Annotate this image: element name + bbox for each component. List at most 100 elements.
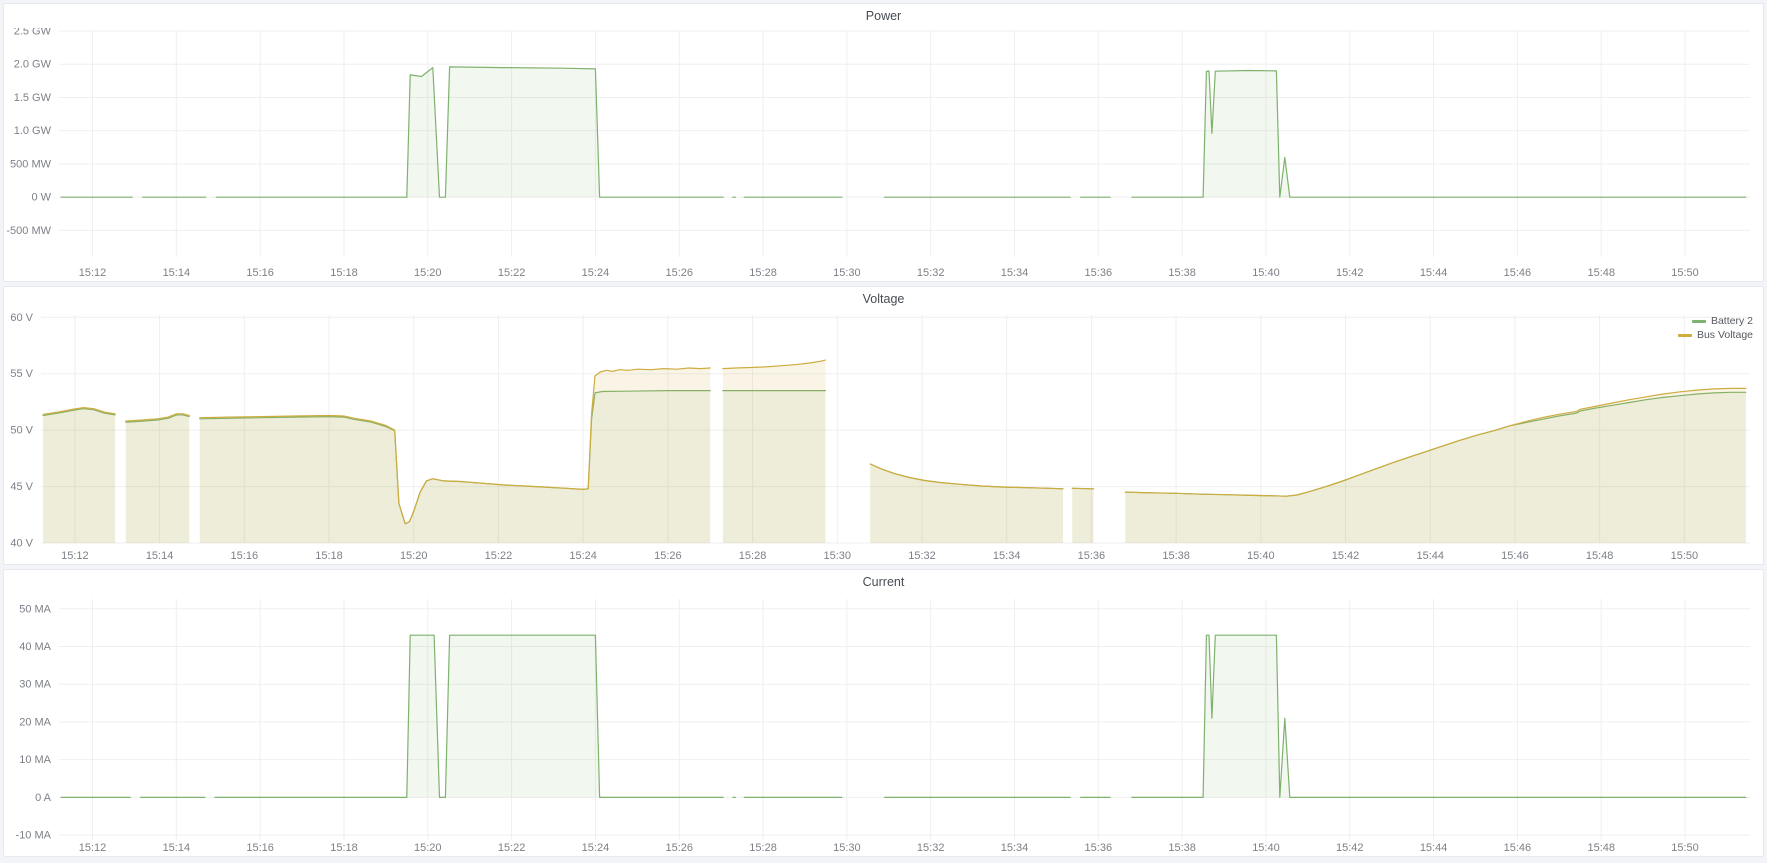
svg-text:15:22: 15:22 <box>498 267 526 279</box>
svg-text:15:28: 15:28 <box>749 267 777 279</box>
svg-text:15:24: 15:24 <box>582 842 610 854</box>
svg-text:15:20: 15:20 <box>414 842 442 854</box>
svg-text:15:42: 15:42 <box>1336 267 1364 279</box>
svg-text:50 MA: 50 MA <box>19 603 51 615</box>
svg-text:15:14: 15:14 <box>146 550 174 562</box>
power-chart-canvas[interactable]: 15:12 15:14 15:16 15:18 15:20 15:22 15:24 15:26… <box>4 28 1763 281</box>
panel-voltage: Voltage 15:1215:1415:1615:1815:2015:2215… <box>3 286 1764 565</box>
svg-text:15:38: 15:38 <box>1168 842 1196 854</box>
legend-item-bus-voltage[interactable]: Bus Voltage <box>1678 329 1753 341</box>
svg-text:15:40: 15:40 <box>1252 842 1280 854</box>
svg-text:15:16: 15:16 <box>246 842 274 854</box>
svg-text:2.5 GW: 2.5 GW <box>14 28 52 38</box>
svg-text:15:30: 15:30 <box>823 550 851 562</box>
svg-text:0 W: 0 W <box>31 192 51 204</box>
panel-current-title[interactable]: Current <box>863 575 905 589</box>
svg-text:15:18: 15:18 <box>330 842 358 854</box>
svg-text:15:32: 15:32 <box>917 267 945 279</box>
svg-text:15:34: 15:34 <box>1001 842 1029 854</box>
legend-label-bus-voltage: Bus Voltage <box>1697 329 1753 341</box>
legend-swatch-battery-2 <box>1692 320 1706 323</box>
svg-text:15:44: 15:44 <box>1420 842 1448 854</box>
svg-text:-500 MW: -500 MW <box>6 225 51 237</box>
svg-text:15:24: 15:24 <box>582 267 610 279</box>
svg-text:15:46: 15:46 <box>1504 842 1532 854</box>
svg-text:15:34: 15:34 <box>1001 267 1029 279</box>
svg-text:50 V: 50 V <box>10 425 33 437</box>
svg-text:15:26: 15:26 <box>665 842 693 854</box>
panel-power: Power 15:12 15:14 15:16 15:18 15:20 15:22 15:2… <box>3 3 1764 282</box>
svg-text:15:16: 15:16 <box>231 550 259 562</box>
svg-text:15:48: 15:48 <box>1587 842 1615 854</box>
svg-text:15:44: 15:44 <box>1416 550 1444 562</box>
voltage-chart-canvas[interactable]: 15:12 15:14 15:16 15:18 15:20 15:22 15:24 15:26… <box>4 311 1763 564</box>
svg-text:15:22: 15:22 <box>498 842 526 854</box>
svg-text:1.5 GW: 1.5 GW <box>14 92 52 104</box>
panel-current-body: 15:12 15:14 15:16 15:18 15:20 15:22 15:24 15:26… <box>4 594 1763 856</box>
svg-text:15:38: 15:38 <box>1162 550 1190 562</box>
svg-text:40 V: 40 V <box>10 538 33 550</box>
svg-text:15:36: 15:36 <box>1085 842 1113 854</box>
svg-text:40 MA: 40 MA <box>19 641 51 653</box>
svg-text:15:42: 15:42 <box>1332 550 1360 562</box>
svg-text:15:20: 15:20 <box>400 550 428 562</box>
svg-text:15:26: 15:26 <box>654 550 682 562</box>
panel-voltage-header: Voltage <box>4 287 1763 311</box>
svg-text:15:12: 15:12 <box>79 842 107 854</box>
dashboard: Power 15:12 15:14 15:16 15:18 15:20 15:22 15:2… <box>0 0 1767 863</box>
svg-text:15:50: 15:50 <box>1671 267 1699 279</box>
svg-text:15:48: 15:48 <box>1586 550 1614 562</box>
svg-text:15:38: 15:38 <box>1168 267 1196 279</box>
svg-text:15:26: 15:26 <box>665 267 693 279</box>
svg-text:15:18: 15:18 <box>330 267 358 279</box>
svg-text:15:16: 15:16 <box>246 267 274 279</box>
svg-text:15:46: 15:46 <box>1501 550 1529 562</box>
svg-text:15:44: 15:44 <box>1420 267 1448 279</box>
svg-text:15:50: 15:50 <box>1671 842 1699 854</box>
svg-text:15:46: 15:46 <box>1504 267 1532 279</box>
svg-text:15:40: 15:40 <box>1247 550 1275 562</box>
svg-text:0 A: 0 A <box>35 792 52 804</box>
svg-text:15:30: 15:30 <box>833 267 861 279</box>
svg-text:15:36: 15:36 <box>1078 550 1106 562</box>
svg-text:15:30: 15:30 <box>833 842 861 854</box>
svg-text:15:42: 15:42 <box>1336 842 1364 854</box>
svg-text:15:12: 15:12 <box>79 267 107 279</box>
svg-text:60 V: 60 V <box>10 312 33 324</box>
panel-voltage-body: 15:12 15:14 15:16 15:18 15:20 15:22 15:24 15:26… <box>4 311 1763 564</box>
svg-text:15:14: 15:14 <box>163 842 191 854</box>
legend-item-battery-2[interactable]: Battery 2 <box>1692 315 1753 327</box>
svg-text:-10 MA: -10 MA <box>16 830 52 842</box>
svg-text:15:18: 15:18 <box>315 550 343 562</box>
current-chart-canvas[interactable]: 15:12 15:14 15:16 15:18 15:20 15:22 15:24 15:26… <box>4 594 1763 856</box>
voltage-legend: Battery 2 Bus Voltage <box>1678 315 1753 341</box>
svg-text:15:20: 15:20 <box>414 267 442 279</box>
svg-text:15:32: 15:32 <box>917 842 945 854</box>
svg-text:15:50: 15:50 <box>1671 550 1699 562</box>
svg-text:30 MA: 30 MA <box>19 679 51 691</box>
svg-text:10 MA: 10 MA <box>19 754 51 766</box>
svg-text:15:28: 15:28 <box>739 550 767 562</box>
svg-text:15:40: 15:40 <box>1252 267 1280 279</box>
svg-text:15:36: 15:36 <box>1085 267 1113 279</box>
svg-text:2.0 GW: 2.0 GW <box>14 59 52 71</box>
panel-power-body: 15:12 15:14 15:16 15:18 15:20 15:22 15:24 15:26… <box>4 28 1763 281</box>
panel-voltage-title[interactable]: Voltage <box>863 292 905 306</box>
svg-text:15:22: 15:22 <box>485 550 513 562</box>
svg-text:15:34: 15:34 <box>993 550 1021 562</box>
svg-text:15:12: 15:12 <box>61 550 89 562</box>
svg-text:1.0 GW: 1.0 GW <box>14 125 52 137</box>
svg-text:55 V: 55 V <box>10 368 33 380</box>
svg-text:20 MA: 20 MA <box>19 716 51 728</box>
svg-text:15:14: 15:14 <box>163 267 191 279</box>
svg-text:15:24: 15:24 <box>569 550 597 562</box>
svg-text:45 V: 45 V <box>10 481 33 493</box>
svg-text:15:48: 15:48 <box>1587 267 1615 279</box>
svg-text:15:28: 15:28 <box>749 842 777 854</box>
panel-current: Current 15:1215:1415:1615:1815:2015:2215… <box>3 569 1764 857</box>
panel-power-title[interactable]: Power <box>866 9 901 23</box>
svg-text:500 MW: 500 MW <box>10 158 52 170</box>
panel-current-header: Current <box>4 570 1763 594</box>
legend-label-battery-2: Battery 2 <box>1711 315 1753 327</box>
legend-swatch-bus-voltage <box>1678 334 1692 337</box>
